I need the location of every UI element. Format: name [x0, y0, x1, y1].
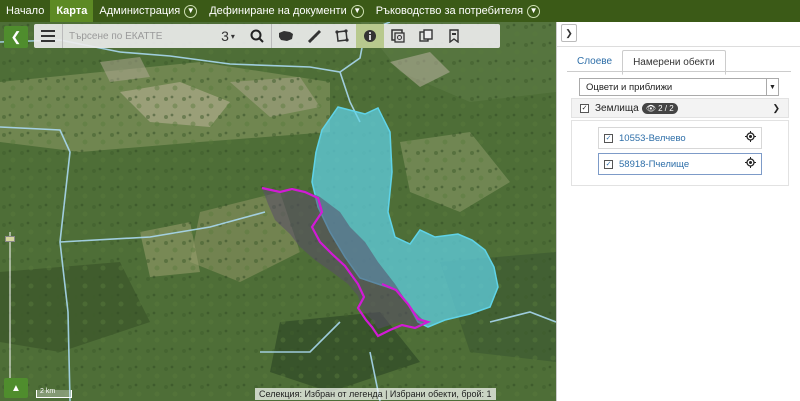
group-label: Землища: [595, 102, 639, 114]
nav-admin[interactable]: Администрация ▼: [93, 0, 203, 22]
item-checkbox[interactable]: ✓: [604, 159, 613, 169]
polygon-icon: [335, 29, 349, 42]
layers-search-icon: [391, 29, 405, 43]
top-navigation: Начало Карта Администрация ▼ Дефиниране н…: [0, 0, 800, 22]
nav-map[interactable]: Карта: [50, 0, 94, 22]
ruler-icon: [307, 29, 321, 43]
satellite-imagery: [0, 22, 556, 401]
visibility-count-badge: 👁 2 / 2: [641, 102, 678, 114]
back-button[interactable]: ❮: [4, 26, 28, 48]
nav-docs-label: Дефиниране на документи: [209, 5, 347, 17]
draw-polygon-button[interactable]: [328, 24, 356, 48]
info-button[interactable]: [356, 24, 384, 48]
eye-icon: 👁: [645, 103, 656, 113]
nav-guide-label: Ръководство за потребителя: [375, 5, 524, 17]
search-mode-select[interactable]: 3 ▾: [213, 24, 243, 48]
locate-icon[interactable]: [745, 157, 756, 171]
chevron-right-icon: ❯: [565, 27, 573, 38]
search-mode-value: 3: [221, 28, 229, 44]
results-panel: ❯ Слоеве Намерени обекти Оцвети и прибли…: [556, 22, 800, 401]
compare-button[interactable]: [412, 24, 440, 48]
map-toolbar: 3 ▾: [34, 24, 500, 48]
panel-divider: [557, 46, 800, 47]
group-header-zemlishta[interactable]: ✓ Землища 👁 2 / 2 ❯: [571, 98, 789, 118]
info-icon: [364, 30, 376, 42]
identify-button[interactable]: [384, 24, 412, 48]
list-item-label: 10553-Велчево: [619, 132, 686, 144]
chevron-up-icon: ▲: [11, 382, 21, 394]
chevron-down-icon: ▼: [766, 79, 778, 95]
scroll-up-button[interactable]: ▲: [4, 378, 28, 398]
nav-admin-label: Администрация: [99, 5, 181, 17]
tab-underline: [567, 71, 791, 72]
nav-docs[interactable]: Дефиниране на документи ▼: [203, 0, 370, 22]
bulgaria-map-button[interactable]: [272, 24, 300, 48]
scale-label: 2 km: [40, 388, 56, 395]
measure-button[interactable]: [300, 24, 328, 48]
chevron-down-icon[interactable]: ▼: [350, 4, 364, 18]
zoom-slider-track[interactable]: [9, 232, 11, 382]
collapse-panel-button[interactable]: ❯: [561, 24, 577, 42]
nav-guide[interactable]: Ръководство за потребителя ▼: [370, 0, 546, 22]
chevron-down-icon[interactable]: ❯: [772, 103, 780, 114]
map-canvas[interactable]: ❮ 3 ▾: [0, 22, 556, 401]
chevron-down-icon[interactable]: ▼: [184, 4, 198, 18]
nav-map-label: Карта: [56, 5, 88, 17]
bookmark-icon: [449, 29, 459, 43]
zoom-slider-handle[interactable]: [5, 236, 15, 242]
item-checkbox[interactable]: ✓: [604, 133, 613, 143]
color-zoom-select[interactable]: Оцвети и приближи ▼: [579, 78, 779, 96]
country-map-icon: [279, 31, 293, 41]
color-zoom-select-value: Оцвети и приближи: [586, 81, 673, 93]
nav-home-label: Начало: [6, 5, 45, 17]
menu-button[interactable]: [34, 24, 62, 48]
chevron-left-icon: ❮: [10, 29, 22, 44]
list-item[interactable]: ✓ 58918-Пчелище: [598, 153, 762, 175]
list-item-label: 58918-Пчелище: [619, 158, 690, 170]
list-item[interactable]: ✓ 10553-Велчево: [598, 127, 762, 149]
ekatte-search-input[interactable]: [63, 24, 213, 48]
selection-status: Селекция: Избран от легенда | Избрани об…: [255, 388, 496, 400]
copy-icon: [419, 29, 433, 42]
bookmark-button[interactable]: [440, 24, 468, 48]
found-objects-list: ✓ 10553-Велчево ✓ 58918-Пчелище: [571, 120, 789, 186]
search-icon: [250, 29, 264, 43]
chevron-down-icon[interactable]: ▼: [527, 4, 541, 18]
nav-home[interactable]: Начало: [0, 0, 50, 22]
badge-count: 2 / 2: [658, 103, 674, 113]
locate-icon[interactable]: [745, 131, 756, 145]
caret-down-icon: ▾: [230, 31, 235, 41]
search-button[interactable]: [243, 24, 271, 48]
menu-icon: [41, 30, 55, 42]
group-checkbox[interactable]: ✓: [580, 103, 589, 113]
